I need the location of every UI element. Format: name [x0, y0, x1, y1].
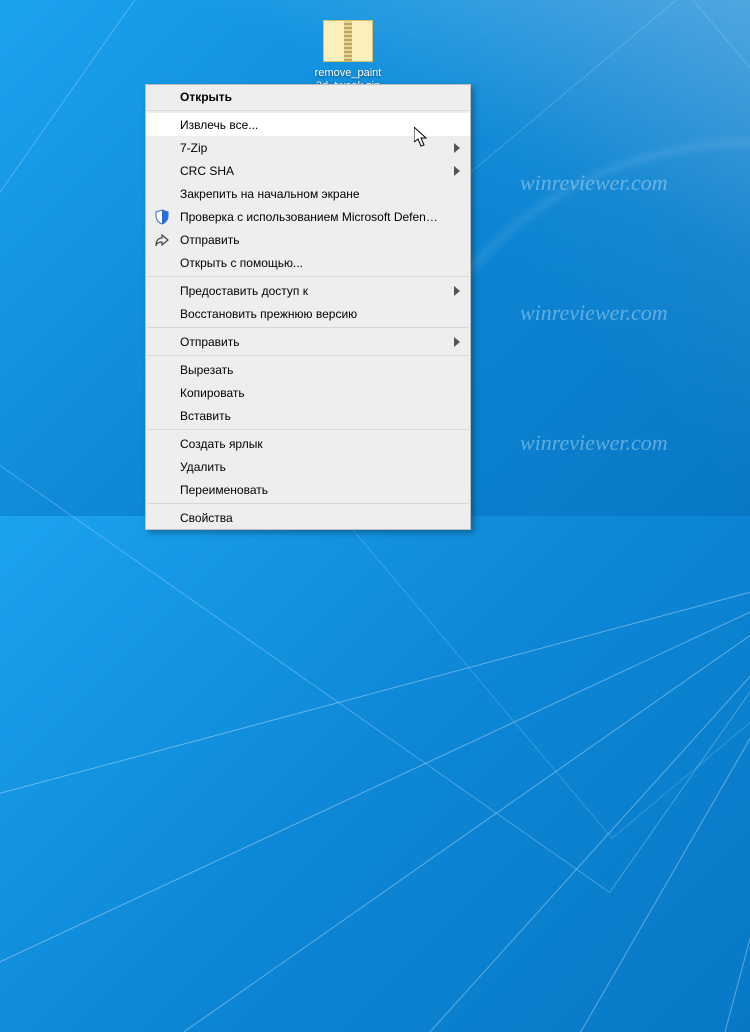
- share-icon: [154, 232, 170, 248]
- menu-item-create-shortcut[interactable]: Создать ярлык: [146, 432, 470, 455]
- menu-item-7zip[interactable]: 7-Zip: [146, 136, 470, 159]
- menu-item-restore-previous[interactable]: Восстановить прежнюю версию: [146, 302, 470, 325]
- context-menu: Открыть Извлечь все... 7-Zip CRC SHA Закрепи…: [145, 84, 471, 530]
- desktop-file-icon[interactable]: remove_paint 3d_tweak.zip: [310, 20, 386, 94]
- menu-item-label: Открыть: [180, 90, 442, 104]
- menu-separator: [147, 110, 469, 111]
- menu-item-send-to[interactable]: Отправить: [146, 330, 470, 353]
- chevron-right-icon: [454, 166, 460, 176]
- menu-item-label: 7-Zip: [180, 141, 442, 155]
- menu-item-give-access[interactable]: Предоставить доступ к: [146, 279, 470, 302]
- menu-item-label: Извлечь все...: [180, 118, 442, 132]
- shield-icon: [154, 209, 170, 225]
- menu-item-pin-start[interactable]: Закрепить на начальном экране: [146, 182, 470, 205]
- chevron-right-icon: [454, 143, 460, 153]
- menu-item-rename[interactable]: Переименовать: [146, 478, 470, 501]
- menu-item-open[interactable]: Открыть: [146, 85, 470, 108]
- menu-item-extract-all[interactable]: Извлечь все...: [146, 113, 470, 136]
- menu-item-label: Открыть с помощью...: [180, 256, 442, 270]
- menu-item-label: Переименовать: [180, 483, 442, 497]
- menu-separator: [147, 355, 469, 356]
- watermark: winreviewer.com: [520, 170, 668, 196]
- watermark: winreviewer.com: [520, 300, 668, 326]
- chevron-right-icon: [454, 337, 460, 347]
- zip-archive-icon: [323, 20, 373, 62]
- menu-item-label: Свойства: [180, 511, 442, 525]
- menu-item-label: Вставить: [180, 409, 442, 423]
- menu-separator: [147, 503, 469, 504]
- menu-item-label: Вырезать: [180, 363, 442, 377]
- menu-item-label: CRC SHA: [180, 164, 442, 178]
- menu-item-copy[interactable]: Копировать: [146, 381, 470, 404]
- menu-item-label: Проверка с использованием Microsoft Defe…: [180, 210, 442, 224]
- menu-item-label: Закрепить на начальном экране: [180, 187, 442, 201]
- menu-separator: [147, 327, 469, 328]
- menu-item-open-with[interactable]: Открыть с помощью...: [146, 251, 470, 274]
- menu-item-label: Создать ярлык: [180, 437, 442, 451]
- menu-item-label: Удалить: [180, 460, 442, 474]
- menu-item-delete[interactable]: Удалить: [146, 455, 470, 478]
- watermark: winreviewer.com: [520, 430, 668, 456]
- menu-item-label: Восстановить прежнюю версию: [180, 307, 442, 321]
- chevron-right-icon: [454, 286, 460, 296]
- menu-item-properties[interactable]: Свойства: [146, 506, 470, 529]
- menu-item-label: Отправить: [180, 233, 442, 247]
- menu-item-defender-scan[interactable]: Проверка с использованием Microsoft Defe…: [146, 205, 470, 228]
- menu-separator: [147, 276, 469, 277]
- menu-separator: [147, 429, 469, 430]
- menu-item-label: Отправить: [180, 335, 442, 349]
- menu-item-cut[interactable]: Вырезать: [146, 358, 470, 381]
- menu-item-crc-sha[interactable]: CRC SHA: [146, 159, 470, 182]
- menu-item-share[interactable]: Отправить: [146, 228, 470, 251]
- menu-item-label: Копировать: [180, 386, 442, 400]
- menu-item-paste[interactable]: Вставить: [146, 404, 470, 427]
- menu-item-label: Предоставить доступ к: [180, 284, 442, 298]
